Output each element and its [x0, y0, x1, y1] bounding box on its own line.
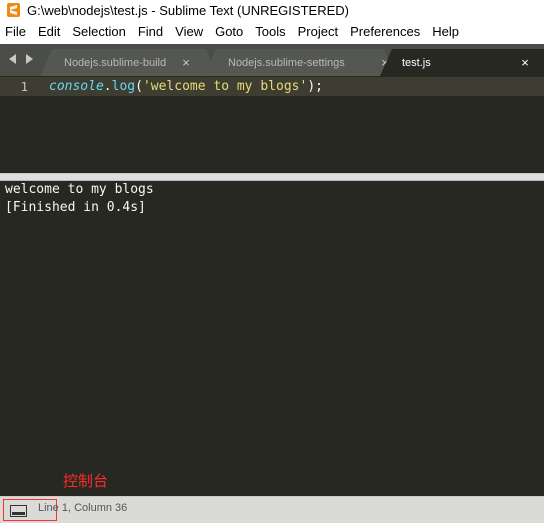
code-token-method: log: [111, 79, 136, 94]
menu-edit[interactable]: Edit: [32, 20, 66, 44]
code-line[interactable]: console.log('welcome to my blogs');: [49, 77, 323, 96]
code-token-close: );: [307, 79, 323, 94]
status-bar: Line 1, Column 36: [0, 496, 544, 523]
code-token-open-paren: (: [135, 79, 143, 94]
menu-selection[interactable]: Selection: [66, 20, 131, 44]
line-number: 1: [20, 79, 28, 94]
console-panel-icon: [10, 505, 27, 517]
console-output-line: [Finished in 0.4s]: [5, 200, 146, 215]
tab-right-arrow-icon[interactable]: [24, 53, 34, 65]
menu-tools[interactable]: Tools: [249, 20, 291, 44]
tab-nodejs-sublime-build[interactable]: Nodejs.sublime-build ×: [40, 49, 218, 76]
menu-preferences[interactable]: Preferences: [344, 20, 426, 44]
tab-close-icon[interactable]: ×: [519, 56, 531, 69]
sublime-text-icon: [7, 3, 20, 17]
panel-splitter[interactable]: [0, 173, 544, 181]
title-bar: G:\web\nodejs\test.js - Sublime Text (UN…: [0, 0, 544, 20]
menu-view[interactable]: View: [169, 20, 209, 44]
console-annotation: 控制台: [63, 473, 109, 490]
code-editor[interactable]: 1 console.log('welcome to my blogs');: [0, 76, 544, 173]
tab-test-js[interactable]: test.js ×: [380, 49, 544, 76]
menu-project[interactable]: Project: [292, 20, 344, 44]
window-title: G:\web\nodejs\test.js - Sublime Text (UN…: [27, 2, 349, 18]
tab-bar: Nodejs.sublime-build × Nodejs.sublime-se…: [0, 44, 544, 76]
menu-goto[interactable]: Goto: [209, 20, 249, 44]
menu-bar: File Edit Selection Find View Goto Tools…: [0, 20, 544, 44]
build-output-console[interactable]: welcome to my blogs [Finished in 0.4s]: [0, 181, 544, 496]
code-token-dot: .: [103, 79, 112, 94]
tab-label: test.js: [402, 56, 431, 69]
menu-find[interactable]: Find: [132, 20, 169, 44]
tab-navigation: [8, 53, 34, 65]
tab-close-icon[interactable]: ×: [180, 56, 192, 69]
code-token-string: 'welcome to my blogs': [142, 79, 308, 94]
cursor-position: Line 1, Column 36: [38, 502, 128, 514]
tab-nodejs-sublime-settings[interactable]: Nodejs.sublime-settings ×: [204, 49, 396, 76]
code-token-object: console: [49, 79, 104, 94]
tab-label: Nodejs.sublime-build: [64, 56, 167, 69]
tab-label: Nodejs.sublime-settings: [228, 56, 345, 69]
menu-help[interactable]: Help: [426, 20, 465, 44]
menu-file[interactable]: File: [0, 20, 32, 44]
tab-left-arrow-icon[interactable]: [8, 53, 18, 65]
console-output-line: welcome to my blogs: [5, 182, 154, 197]
